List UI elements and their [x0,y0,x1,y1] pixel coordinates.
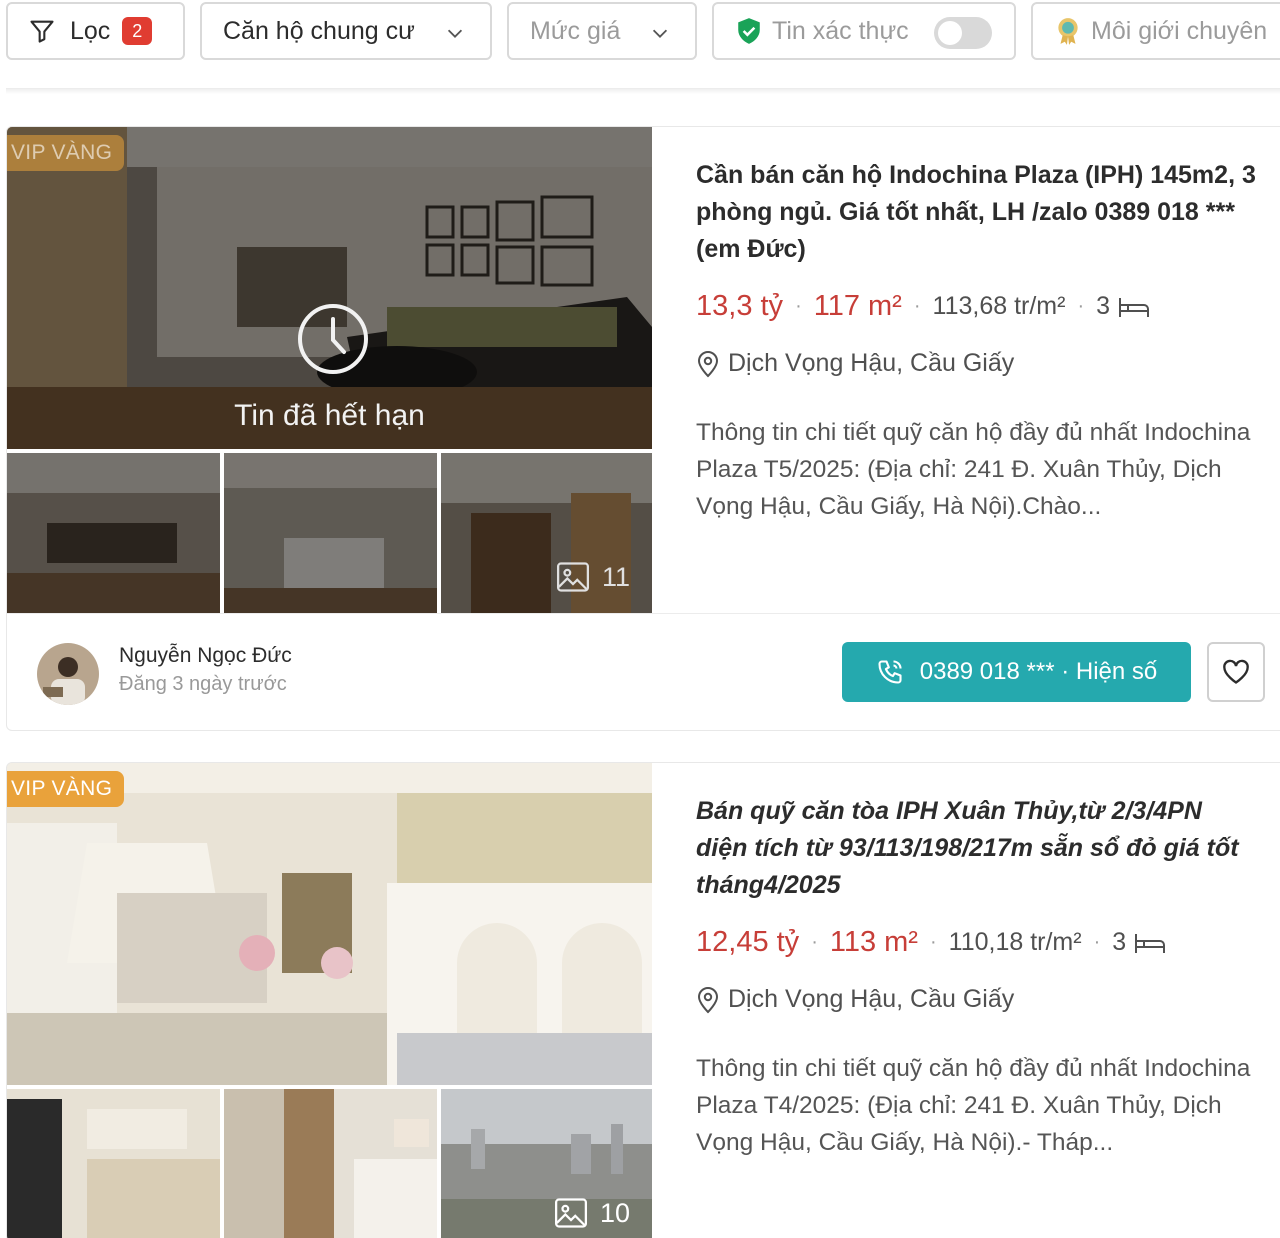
funnel-icon [30,20,54,43]
listing-price-per-m2: 110,18 tr/m² [948,928,1082,956]
bed-icon [1119,297,1150,317]
listing-price: 12,45 tỷ [696,926,800,958]
avatar[interactable] [37,643,99,705]
listing-thumbnail[interactable] [7,453,220,613]
posted-time: Đăng 3 ngày trước [119,673,287,695]
phone-icon [878,660,902,684]
listing-description: Thông tin chi tiết quỹ căn hộ đầy đủ nhấ… [696,419,1251,520]
expired-label: Tin đã hết hạn [234,399,425,432]
listing-thumbnail[interactable] [7,1089,220,1238]
clock-icon [298,304,368,374]
listing-thumbnail[interactable]: 11 [441,453,652,613]
shield-check-icon [738,18,760,44]
image-count-value: 10 [599,1197,630,1228]
image-icon [554,1198,587,1228]
price-placeholder: Mức giá [530,16,621,45]
heart-icon [1223,659,1249,684]
image-count: 11 [556,561,630,593]
listing-area: 117 m² [813,290,902,322]
listing-thumbnail[interactable]: 10 [441,1089,652,1238]
verified-toggle-chip[interactable]: Tin xác thực [712,2,1016,60]
listing-gallery[interactable]: VIP VÀNG Tin đã hết hạn 11 [7,127,652,613]
listing-description: Thông tin chi tiết quỹ căn hộ đầy đủ nhấ… [696,1055,1251,1156]
filter-count-badge: 2 [122,17,153,45]
price-select[interactable]: Mức giá [507,2,697,60]
property-type-value: Căn hộ chung cư [223,16,415,45]
listing-area: 113 m² [829,926,918,958]
bed-icon [1135,933,1166,953]
listing-thumbnail[interactable] [224,453,437,613]
listing-title[interactable]: Bán quỹ căn tòa IPH Xuân Thủy,từ 2/3/4PN… [696,793,1256,904]
listing-bedrooms: 3 [1112,928,1166,957]
listing-location: Dịch Vọng Hậu, Cầu Giấy [696,349,1014,378]
listing-price: 13,3 tỷ [696,290,784,322]
listing-gallery[interactable]: VIP VÀNG 10 [7,763,652,1238]
filter-label: Lọc [70,16,111,45]
image-icon [556,562,589,592]
favorite-button[interactable] [1207,642,1265,702]
listing-location: Dịch Vọng Hậu, Cầu Giấy [696,985,1014,1014]
map-pin-icon [697,986,719,1013]
kitchen-photo [7,763,652,1085]
filter-button[interactable]: Lọc 2 [6,2,185,60]
listing-price-per-m2: 113,68 tr/m² [932,292,1066,320]
listing-main-photo[interactable]: VIP VÀNG [7,763,652,1085]
broker-label: Môi giới chuyên [1091,16,1268,45]
author-name[interactable]: Nguyễn Ngọc Đức [119,644,292,668]
price-row: 13,3 tỷ · 117 m² · 113,68 tr/m² · 3 [696,290,1266,323]
price-row: 12,45 tỷ · 113 m² · 110,18 tr/m² · 3 [696,926,1266,959]
award-icon [1058,18,1078,45]
verified-label: Tin xác thực [772,16,909,45]
property-type-select[interactable]: Căn hộ chung cư [200,2,492,60]
listing-title[interactable]: Cần bán căn hộ Indochina Plaza (IPH) 145… [696,157,1256,268]
chevron-down-icon [447,29,463,38]
vip-badge: VIP VÀNG [7,771,125,807]
phone-button-label: 0389 018 *** · Hiện số [919,658,1158,685]
chevron-down-icon [652,29,668,38]
broker-chip[interactable]: Môi giới chuyên [1031,2,1280,60]
filter-bar-divider [6,88,1280,94]
show-phone-button[interactable]: 0389 018 *** · Hiện số [842,642,1191,702]
filter-bar: Lọc 2 Căn hộ chung cư Mức giá Tin xác th… [0,0,1280,70]
listing-bedrooms: 3 [1096,292,1150,321]
listing-card[interactable]: VIP VÀNG Tin đã hết hạn 11 Cần bán căn h… [6,126,1280,731]
image-count: 10 [554,1197,630,1229]
verified-toggle[interactable] [934,17,992,49]
image-count-value: 11 [601,561,630,592]
listing-main-photo[interactable]: VIP VÀNG Tin đã hết hạn [7,127,652,449]
listing-footer: Nguyễn Ngọc Đức Đăng 3 ngày trước 0389 0… [7,613,1280,730]
vip-badge: VIP VÀNG [7,135,125,171]
listing-card[interactable]: VIP VÀNG 10 Bán quỹ căn tòa IPH Xuân Thủ… [6,762,1280,1238]
listing-thumbnail[interactable] [224,1089,437,1238]
map-pin-icon [697,350,719,377]
